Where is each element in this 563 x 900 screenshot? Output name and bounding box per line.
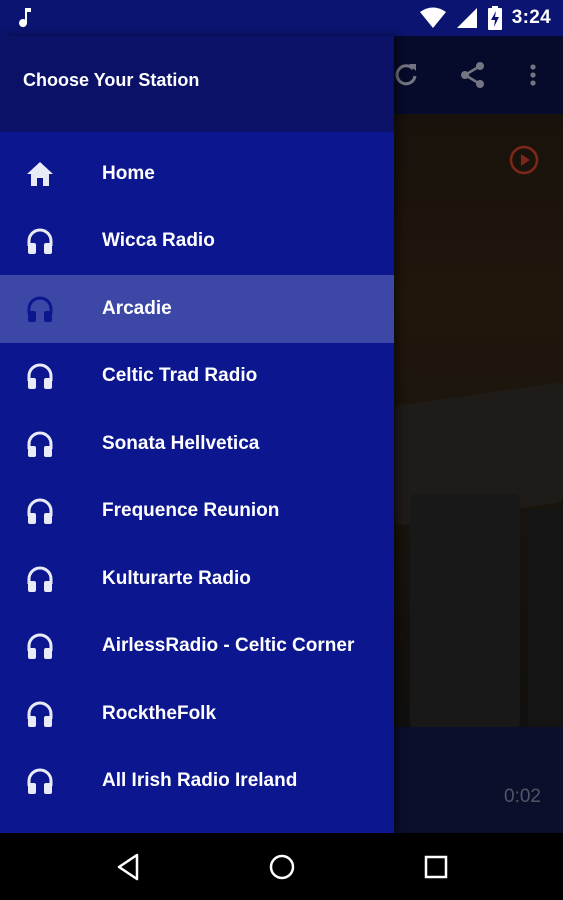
menu-item-station[interactable]: Celtic Trad Radio bbox=[0, 343, 394, 411]
menu-item-label: Frequence Reunion bbox=[102, 500, 280, 522]
music-note-icon bbox=[19, 8, 31, 28]
headphones-icon bbox=[27, 296, 53, 322]
headphones-icon bbox=[27, 228, 53, 255]
navigation-drawer: Choose Your Station Home Wicca Radio Arc… bbox=[0, 36, 394, 833]
headphones-icon bbox=[27, 633, 53, 660]
wifi-icon bbox=[419, 7, 446, 28]
menu-item-station[interactable]: Kulturarte Radio bbox=[0, 545, 394, 613]
back-icon[interactable] bbox=[113, 851, 145, 883]
menu-item-station[interactable]: AirlessRadio - Celtic Corner bbox=[0, 613, 394, 681]
menu-item-label: Celtic Trad Radio bbox=[102, 365, 258, 387]
menu-item-label: Kulturarte Radio bbox=[102, 567, 251, 589]
headphones-icon bbox=[27, 768, 53, 795]
status-bar: 3:24 bbox=[0, 0, 563, 36]
menu-item-label: Arcadie bbox=[102, 297, 172, 319]
home-circle-icon[interactable] bbox=[266, 851, 298, 883]
system-nav-bar bbox=[0, 833, 563, 900]
recents-icon[interactable] bbox=[420, 851, 452, 883]
headphones-icon bbox=[27, 363, 53, 390]
headphones-icon bbox=[27, 431, 53, 457]
menu-item-station-selected[interactable]: Arcadie bbox=[0, 275, 394, 343]
menu-item-station[interactable]: RocktheFolk bbox=[0, 680, 394, 748]
menu-item-station[interactable]: Sonata Hellvetica bbox=[0, 410, 394, 478]
headphones-icon bbox=[27, 566, 53, 592]
menu-item-label: All Irish Radio Ireland bbox=[102, 770, 298, 792]
menu-item-label: Home bbox=[102, 162, 155, 184]
home-icon bbox=[27, 161, 53, 186]
menu-item-label: Wicca Radio bbox=[102, 230, 215, 252]
menu-item-station[interactable]: Frequence Reunion bbox=[0, 478, 394, 546]
drawer-title: Choose Your Station bbox=[23, 70, 200, 90]
menu-item-station[interactable]: All Irish Radio Ireland bbox=[0, 748, 394, 816]
drawer-header: Choose Your Station bbox=[0, 36, 394, 132]
signal-icon bbox=[456, 8, 477, 28]
menu-item-label: Sonata Hellvetica bbox=[102, 432, 260, 454]
status-time: 3:24 bbox=[511, 7, 551, 28]
headphones-icon bbox=[27, 498, 53, 525]
menu-item-home[interactable]: Home bbox=[0, 140, 394, 208]
menu-item-station[interactable]: Wicca Radio bbox=[0, 208, 394, 276]
station-list: Home Wicca Radio Arcadie Celtic Trad Rad… bbox=[0, 140, 394, 815]
headphones-icon bbox=[27, 701, 53, 727]
menu-item-label: RocktheFolk bbox=[102, 702, 217, 724]
battery-charging-icon bbox=[487, 6, 502, 30]
menu-item-label: AirlessRadio - Celtic Corner bbox=[102, 635, 355, 657]
